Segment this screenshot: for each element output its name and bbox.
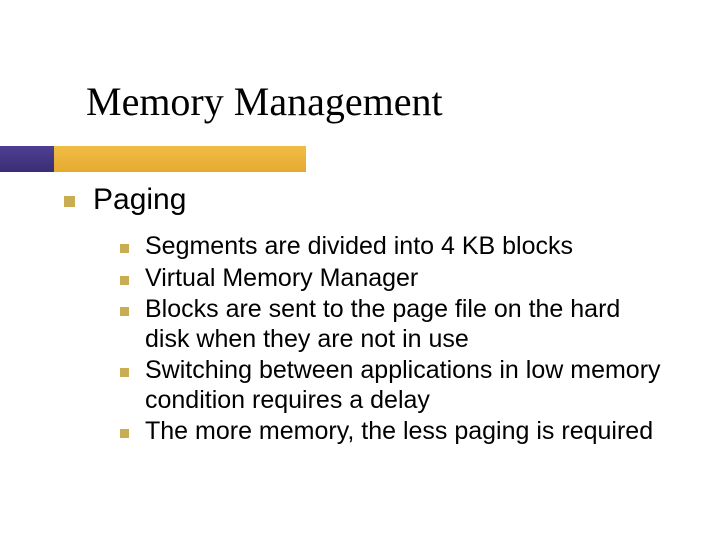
bullet-level2: The more memory, the less paging is requ… — [120, 417, 680, 447]
slide-body: Paging Segments are divided into 4 KB bl… — [64, 182, 680, 449]
section-heading: Paging — [93, 182, 186, 218]
bullet-level2: Segments are divided into 4 KB blocks — [120, 232, 680, 262]
square-bullet-icon — [120, 429, 129, 438]
title-underline — [0, 146, 310, 172]
square-bullet-icon — [64, 196, 75, 207]
bullet-text: Blocks are sent to the page file on the … — [145, 295, 665, 354]
bullet-text: Segments are divided into 4 KB blocks — [145, 232, 573, 262]
bullet-level2: Virtual Memory Manager — [120, 264, 680, 294]
square-bullet-icon — [120, 307, 129, 316]
bullet-level2: Blocks are sent to the page file on the … — [120, 295, 680, 354]
bullet-text: Switching between applications in low me… — [145, 356, 665, 415]
square-bullet-icon — [120, 276, 129, 285]
square-bullet-icon — [120, 244, 129, 253]
title-area: Memory Management — [0, 78, 720, 125]
square-bullet-icon — [120, 368, 129, 377]
bullet-text: Virtual Memory Manager — [145, 264, 418, 294]
slide: Memory Management Paging Segments are di… — [0, 0, 720, 540]
bullet-text: The more memory, the less paging is requ… — [145, 417, 653, 447]
bullet-level1: Paging — [64, 182, 680, 218]
underline-bar-purple — [0, 146, 54, 172]
slide-title: Memory Management — [86, 78, 720, 125]
bullet-level2: Switching between applications in low me… — [120, 356, 680, 415]
bullet-level2-list: Segments are divided into 4 KB blocks Vi… — [120, 232, 680, 447]
